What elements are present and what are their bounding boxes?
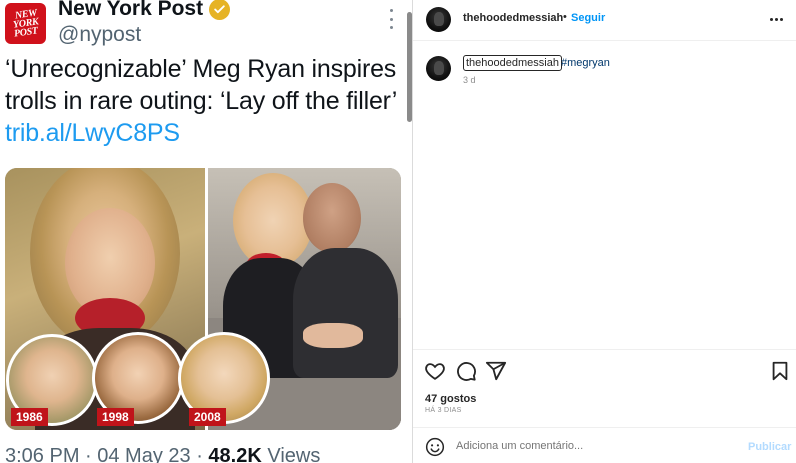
- more-options-icon[interactable]: [770, 18, 783, 21]
- tweet-handle: @nypost: [58, 23, 142, 46]
- emoji-icon[interactable]: [425, 437, 445, 457]
- comment-input[interactable]: [456, 440, 736, 452]
- year-label-1998: 1998: [97, 408, 134, 426]
- screenshot-root: NEW YORK POST New York Post @nypost ‘Unr…: [0, 0, 796, 463]
- header-username[interactable]: thehoodedmessiah: [463, 12, 563, 24]
- tweet-embed: NEW YORK POST New York Post @nypost ‘Unr…: [0, 0, 412, 463]
- comment-icon[interactable]: [455, 360, 477, 382]
- tweet-author-label: New York Post: [58, 0, 204, 20]
- tweet-views-count: 48.2K: [208, 445, 262, 463]
- post-comment-button[interactable]: Publicar: [748, 441, 791, 453]
- caption-avatar[interactable]: [426, 56, 451, 81]
- bookmark-icon[interactable]: [769, 360, 791, 382]
- logo-line-3: POST: [12, 25, 39, 40]
- header-separator: •: [563, 11, 567, 23]
- caption-username[interactable]: thehoodedmessiah: [463, 55, 562, 71]
- tweet-more-icon: [386, 9, 396, 29]
- follow-button[interactable]: Seguir: [571, 12, 605, 24]
- posted-ago: HÁ 3 DIAS: [425, 407, 462, 414]
- tweet-footer: 3:06 PM · 04 May 23 · 48.2K Views: [5, 445, 320, 463]
- tweet-views-label: Views: [261, 445, 321, 463]
- caption-hashtag[interactable]: #megryan: [561, 57, 610, 69]
- tweet-photo: 1986 1998 2008: [5, 168, 401, 430]
- likes-count[interactable]: 47 gostos: [425, 393, 476, 405]
- comment-divider: [413, 427, 796, 428]
- nypost-logo: NEW YORK POST: [5, 3, 46, 44]
- heart-icon[interactable]: [424, 360, 446, 382]
- post-header: thehoodedmessiah • Seguir: [413, 0, 796, 41]
- tweet-body: ‘Unrecognizable’ Meg Ryan inspires troll…: [5, 55, 397, 115]
- caption-time: 3 d: [463, 75, 476, 85]
- tweet-timestamp: 3:06 PM · 04 May 23 ·: [5, 445, 209, 463]
- share-icon[interactable]: [485, 360, 507, 382]
- avatar[interactable]: [426, 7, 451, 32]
- tweet-link: trib.al/LwyC8PS: [5, 119, 180, 147]
- tweet-author-name: New York Post: [58, 0, 231, 21]
- year-label-2008: 2008: [189, 408, 226, 426]
- verified-badge-icon: [209, 0, 231, 20]
- instagram-post-panel: thehoodedmessiah • Seguir thehoodedmessi…: [413, 0, 796, 463]
- year-label-1986: 1986: [11, 408, 48, 426]
- tweet-text: ‘Unrecognizable’ Meg Ryan inspires troll…: [5, 53, 405, 149]
- actions-divider: [413, 349, 796, 350]
